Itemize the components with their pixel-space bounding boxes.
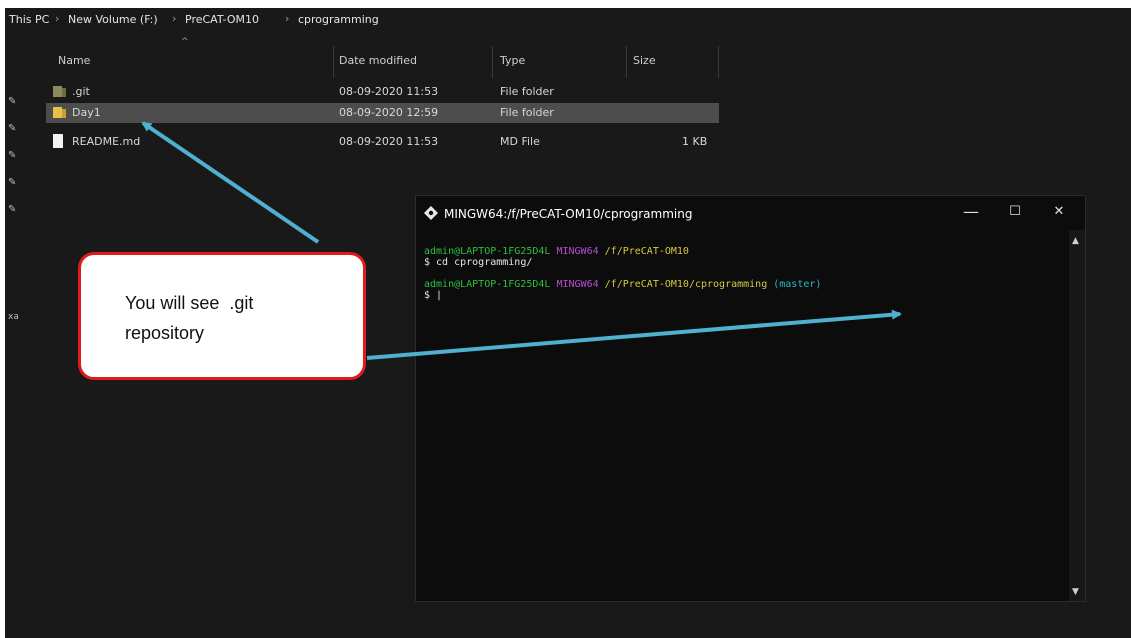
pin-icon[interactable]: ✎ bbox=[8, 96, 22, 123]
sort-ascending-icon: ^ bbox=[181, 37, 189, 47]
column-header-size[interactable]: Size bbox=[633, 54, 656, 67]
file-name: .git bbox=[72, 85, 90, 98]
terminal-titlebar[interactable]: MINGW64:/f/PreCAT-OM10/cprogramming — ☐ … bbox=[416, 196, 1085, 230]
prompt-line: admin@LAPTOP-1FG25D4L MINGW64 /f/PreCAT-… bbox=[424, 279, 821, 290]
quick-access-pins: ✎ ✎ ✎ ✎ ✎ bbox=[8, 96, 22, 231]
column-divider[interactable] bbox=[333, 46, 334, 78]
prompt-line: admin@LAPTOP-1FG25D4L MINGW64 /f/PreCAT-… bbox=[424, 246, 821, 257]
scroll-down-icon[interactable]: ▼ bbox=[1072, 587, 1079, 597]
pin-icon[interactable]: ✎ bbox=[8, 150, 22, 177]
callout-text: You will see .git repository bbox=[125, 293, 254, 343]
command-line: $ cd cprogramming/ bbox=[424, 257, 533, 268]
pin-icon[interactable]: ✎ bbox=[8, 177, 22, 204]
prompt-env: MINGW64 bbox=[556, 246, 599, 257]
prompt-env: MINGW64 bbox=[556, 279, 599, 290]
pin-icon[interactable]: ✎ bbox=[8, 123, 22, 150]
prompt-path: /f/PreCAT-OM10/cprogramming bbox=[604, 279, 768, 290]
folder-icon bbox=[53, 86, 66, 97]
chevron-right-icon: › bbox=[285, 12, 290, 25]
column-divider[interactable] bbox=[718, 46, 719, 78]
column-header-name[interactable]: Name bbox=[58, 54, 90, 67]
pin-icon[interactable]: ✎ bbox=[8, 204, 22, 231]
maximize-button[interactable]: ☐ bbox=[1000, 201, 1030, 223]
prompt-user: admin@LAPTOP-1FG25D4L bbox=[424, 279, 551, 290]
chevron-right-icon: › bbox=[172, 12, 177, 25]
breadcrumb-precat[interactable]: PreCAT-OM10 bbox=[185, 13, 259, 26]
chevron-right-icon: › bbox=[55, 12, 60, 25]
git-bash-icon bbox=[424, 206, 438, 220]
file-date: 08-09-2020 11:53 bbox=[339, 135, 439, 148]
file-date: 08-09-2020 12:59 bbox=[339, 106, 439, 119]
folder-icon bbox=[53, 107, 66, 118]
minimize-button[interactable]: — bbox=[956, 201, 986, 223]
file-size: 1 KB bbox=[682, 135, 708, 148]
scroll-up-icon[interactable]: ▲ bbox=[1072, 236, 1079, 246]
terminal-title: MINGW64:/f/PreCAT-OM10/cprogramming bbox=[444, 207, 693, 221]
breadcrumb-cprogramming[interactable]: cprogramming bbox=[298, 13, 379, 26]
file-icon bbox=[53, 134, 63, 148]
prompt-user: admin@LAPTOP-1FG25D4L bbox=[424, 246, 551, 257]
breadcrumb-this-pc[interactable]: This PC bbox=[9, 13, 49, 26]
prompt-path: /f/PreCAT-OM10 bbox=[604, 246, 689, 257]
file-type: File folder bbox=[500, 85, 554, 98]
terminal-scrollbar[interactable]: ▲ ▼ bbox=[1069, 230, 1085, 601]
file-name: README.md bbox=[72, 135, 141, 148]
file-date: 08-09-2020 11:53 bbox=[339, 85, 439, 98]
breadcrumb-new-volume[interactable]: New Volume (F:) bbox=[68, 13, 158, 26]
breadcrumb: This PC › New Volume (F:) › PreCAT-OM10 … bbox=[5, 8, 1131, 34]
file-row-day1[interactable]: Day1 08-09-2020 12:59 File folder bbox=[46, 103, 719, 123]
sidebar-item-fragment[interactable]: xa bbox=[8, 312, 19, 322]
column-divider[interactable] bbox=[492, 46, 493, 78]
file-row-git[interactable]: .git 08-09-2020 11:53 File folder bbox=[46, 82, 719, 102]
file-name: Day1 bbox=[72, 106, 101, 119]
close-button[interactable]: ✕ bbox=[1044, 201, 1074, 223]
column-header-type[interactable]: Type bbox=[500, 54, 525, 67]
column-header-date[interactable]: Date modified bbox=[339, 54, 417, 67]
column-divider[interactable] bbox=[626, 46, 627, 78]
file-type: MD File bbox=[500, 135, 540, 148]
file-type: File folder bbox=[500, 106, 554, 119]
git-bash-window[interactable]: MINGW64:/f/PreCAT-OM10/cprogramming — ☐ … bbox=[415, 195, 1086, 602]
file-row-readme[interactable]: README.md 08-09-2020 11:53 MD File 1 KB bbox=[46, 132, 719, 152]
annotation-callout: You will see .git repository bbox=[78, 252, 366, 380]
git-branch: (master) bbox=[773, 279, 822, 290]
cursor-line: $ | bbox=[424, 290, 443, 301]
terminal-output[interactable]: admin@LAPTOP-1FG25D4L MINGW64 /f/PreCAT-… bbox=[424, 246, 821, 301]
